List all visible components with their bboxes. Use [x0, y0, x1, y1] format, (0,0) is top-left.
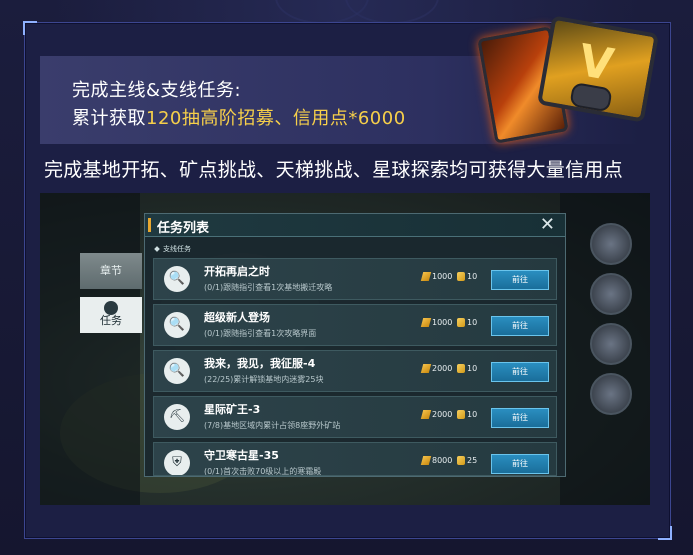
credit-amount: 2000 — [432, 364, 453, 373]
credit-amount: 1000 — [432, 272, 453, 281]
ticket-amount: 10 — [467, 272, 478, 281]
search-doc-icon: 🔍 — [164, 266, 190, 292]
quest-desc: (0/1)跟随指引查看1次攻略界面 — [204, 329, 317, 338]
credit-amount: 1000 — [432, 318, 453, 327]
credit-amount: 2000 — [432, 410, 453, 419]
tab-chapter-label: 章节 — [100, 264, 122, 277]
banner-line-1: 完成主线&支线任务: — [72, 80, 242, 101]
ticket-amount: 10 — [467, 364, 478, 373]
credit-icon — [420, 364, 432, 373]
ticket-amount: 10 — [467, 318, 478, 327]
section-label: 支线任务 — [154, 244, 191, 254]
banner-prefix: 累计获取 — [72, 108, 146, 129]
credit-reward: 8000 — [420, 456, 453, 465]
quest-name: 星际矿王-3 — [204, 403, 261, 416]
ticket-reward: 25 — [457, 456, 477, 465]
credit-amount: 8000 — [432, 456, 453, 465]
panel-title: 任务列表 — [157, 221, 210, 236]
quest-name: 超级新人登场 — [204, 311, 270, 324]
go-button[interactable]: 前往 — [491, 362, 549, 382]
section-title: 支线任务 — [163, 245, 191, 253]
ticket-amount: 25 — [467, 456, 478, 465]
search-doc-icon: 🔍 — [164, 358, 190, 384]
quest-row: ⛏ 星际矿王-3 (7/8)基地区域内累计占领8座野外矿站 2000 10 前往 — [153, 396, 557, 438]
ticket-reward: 10 — [457, 410, 477, 419]
credit-reward: 2000 — [420, 364, 453, 373]
quest-name: 守卫寒古星-35 — [204, 449, 279, 462]
quest-row: 🔍 超级新人登场 (0/1)跟随指引查看1次攻略界面 1000 10 前往 — [153, 304, 557, 346]
avatar[interactable] — [590, 373, 632, 415]
go-button[interactable]: 前往 — [491, 270, 549, 290]
credit-icon — [420, 318, 432, 327]
quest-name: 开拓再启之时 — [204, 265, 270, 278]
close-icon[interactable]: ✕ — [540, 214, 555, 236]
credit-icon — [420, 272, 432, 281]
reward-cards-illustration: V — [477, 10, 660, 144]
ticket-reward: 10 — [457, 318, 477, 327]
banner-highlight: 120抽高阶招募、信用点*6000 — [146, 108, 406, 129]
quest-row: 🔍 我来，我见，我征服-4 (22/25)累计解锁基地内迷雾25块 2000 1… — [153, 350, 557, 392]
credit-icon — [420, 410, 432, 419]
shield-icon: ⛨ — [164, 450, 190, 475]
quest-name: 我来，我见，我征服-4 — [204, 357, 316, 370]
credit-reward: 1000 — [420, 318, 453, 327]
header-accent — [148, 218, 151, 232]
quest-desc: (7/8)基地区域内累计占领8座野外矿站 — [204, 421, 341, 430]
search-doc-icon: 🔍 — [164, 312, 190, 338]
ticket-icon — [457, 272, 465, 281]
panel-header: 任务列表 ✕ — [145, 214, 565, 237]
ticket-icon — [457, 410, 465, 419]
tab-quest-label: 任务 — [100, 314, 122, 327]
ticket-reward: 10 — [457, 272, 477, 281]
avatar[interactable] — [590, 273, 632, 315]
avatar[interactable] — [590, 323, 632, 365]
section-bullet-icon — [154, 246, 160, 252]
ticket-icon — [457, 456, 465, 465]
miner-icon: ⛏ — [164, 404, 190, 430]
left-dim-area — [40, 193, 140, 505]
ticket-icon — [457, 318, 465, 327]
quest-row: 🔍 开拓再启之时 (0/1)跟随指引查看1次基地搬迁攻略 1000 10 前往 — [153, 258, 557, 300]
quest-desc: (0/1)首次击败70级以上的寒霜殿 — [204, 467, 322, 476]
credit-reward: 1000 — [420, 272, 453, 281]
quest-desc: (0/1)跟随指引查看1次基地搬迁攻略 — [204, 283, 333, 292]
go-button[interactable]: 前往 — [491, 316, 549, 336]
go-button[interactable]: 前往 — [491, 408, 549, 428]
tab-quest[interactable]: 任务 — [80, 297, 142, 333]
credit-icon — [420, 456, 432, 465]
page-subtitle: 完成基地开拓、矿点挑战、天梯挑战、星球探索均可获得大量信用点 — [44, 159, 624, 181]
banner-line-2: 累计获取120抽高阶招募、信用点*6000 — [72, 104, 406, 130]
quest-list-panel: 任务列表 ✕ 支线任务 🔍 开拓再启之时 (0/1)跟随指引查看1次基地搬迁攻略… — [144, 213, 566, 477]
ticket-amount: 10 — [467, 410, 478, 419]
quest-desc: (22/25)累计解锁基地内迷雾25块 — [204, 375, 324, 384]
quest-row: ⛨ 守卫寒古星-35 (0/1)首次击败70级以上的寒霜殿 8000 25 前往 — [153, 442, 557, 476]
go-button[interactable]: 前往 — [491, 454, 549, 474]
tab-chapter[interactable]: 章节 — [80, 253, 142, 289]
ticket-reward: 10 — [457, 364, 477, 373]
avatar[interactable] — [590, 223, 632, 265]
ticket-icon — [457, 364, 465, 373]
credit-reward: 2000 — [420, 410, 453, 419]
gold-card-icon: V — [537, 15, 659, 123]
